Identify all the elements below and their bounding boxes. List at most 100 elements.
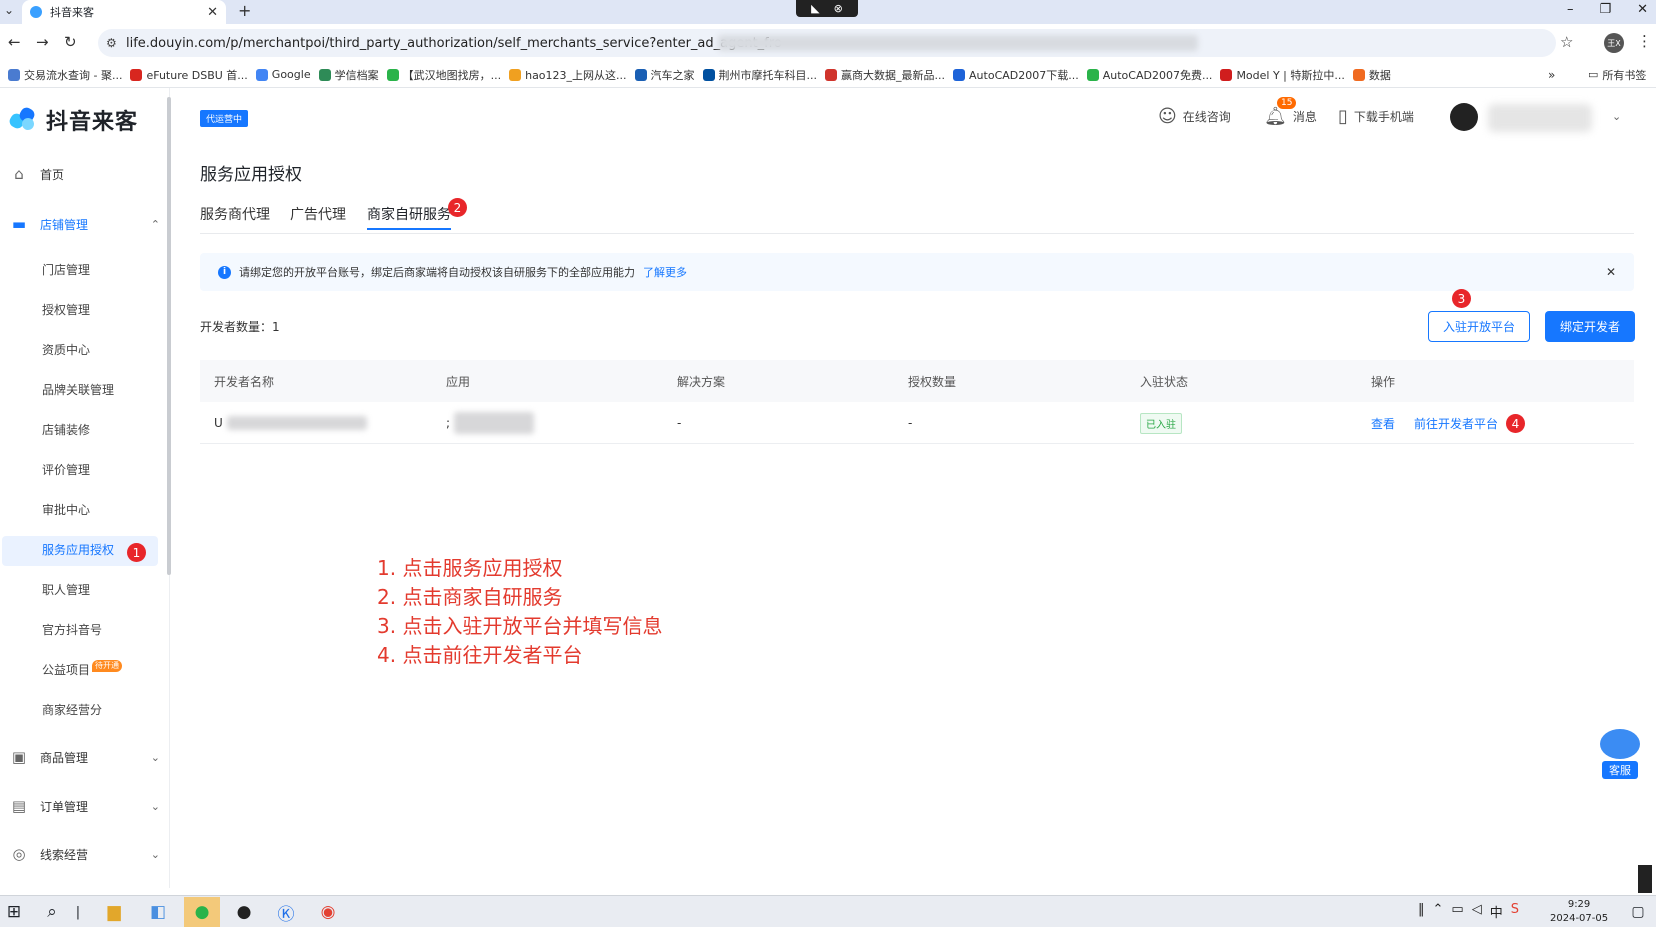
ime-icon[interactable]: 中 xyxy=(1490,902,1503,921)
chrome-icon[interactable]: ◉ xyxy=(316,900,340,924)
sogou-icon[interactable]: S xyxy=(1511,902,1519,921)
bookmark-item[interactable]: 交易流水查询 - 聚... xyxy=(8,67,122,83)
bookmark-star-icon[interactable]: ☆ xyxy=(1560,33,1573,51)
network-icon[interactable]: ▭ xyxy=(1451,902,1463,921)
tab-service-agent[interactable]: 服务商代理 xyxy=(200,204,270,224)
tab-self-service[interactable]: 商家自研服务 xyxy=(367,204,451,224)
browser-tab[interactable]: 抖音来客 ✕ xyxy=(22,0,226,24)
clock[interactable]: 9:29 2024-07-05 xyxy=(1550,898,1608,926)
sidebar-subitem[interactable]: 公益项目 待开通 xyxy=(42,657,123,683)
action-go-dev-platform-link[interactable]: 前往开发者平台 xyxy=(1414,402,1498,444)
close-icon[interactable]: ✕ xyxy=(1606,265,1616,279)
record-close-icon[interactable]: ⊗ xyxy=(834,2,843,15)
search-icon[interactable]: ⌕ xyxy=(40,900,64,924)
sidebar-item-goods[interactable]: ▣ 商品管理 ⌄ xyxy=(10,742,160,772)
bind-developer-button[interactable]: 绑定开发者 xyxy=(1545,311,1635,342)
chevron-up-icon[interactable]: ⌃ xyxy=(1433,902,1444,921)
join-open-platform-button[interactable]: 入驻开放平台 xyxy=(1428,311,1530,342)
sidebar-subitem[interactable]: 商家经营分 xyxy=(42,697,102,723)
bookmark-item[interactable]: Model Y | 特斯拉中... xyxy=(1220,67,1345,83)
bookmark-item[interactable]: 赢商大数据_最新品... xyxy=(825,67,945,83)
sidebar-subitem[interactable]: 评价管理 xyxy=(42,457,90,483)
bookmark-item[interactable]: 【武汉地图找房，... xyxy=(386,67,501,83)
app-logo[interactable]: 抖音来客 xyxy=(7,104,138,136)
robot-icon xyxy=(1600,729,1640,759)
sidebar-subitem[interactable]: 资质中心 xyxy=(42,337,90,363)
side-widget[interactable] xyxy=(1638,865,1652,893)
close-window-icon[interactable]: ✕ xyxy=(1637,0,1648,20)
messages-button[interactable]: 🔔︎ 消息 xyxy=(1264,106,1317,127)
sidebar-subitem[interactable]: 服务应用授权 xyxy=(42,537,114,563)
minimize-icon[interactable]: – xyxy=(1567,0,1574,20)
go-dev-platform-text[interactable]: 前往开发者平台 xyxy=(1414,415,1498,432)
sidebar-scrollbar[interactable] xyxy=(167,97,171,575)
app-icon[interactable]: ◧ xyxy=(146,900,170,924)
bookmark-item[interactable]: 数据 xyxy=(1352,67,1391,83)
app-icon[interactable]: Ⓚ xyxy=(274,900,298,925)
app-icon[interactable]: ● xyxy=(232,900,256,924)
learn-more-link[interactable]: 了解更多 xyxy=(643,264,687,280)
sidebar-subitem[interactable]: 授权管理 xyxy=(42,297,90,323)
status-badge: 代运营中 xyxy=(200,110,249,127)
tab-list-icon[interactable]: ⌄ xyxy=(4,3,14,17)
site-settings-icon[interactable]: ⚙ xyxy=(106,36,117,50)
user-name-redacted[interactable] xyxy=(1488,104,1592,132)
sidebar-subitem[interactable]: 品牌关联管理 xyxy=(42,377,114,403)
windows-taskbar: ⊞ ⌕ | ▆ ◧ ● ● Ⓚ ◉ ‖ ⌃ ▭ ◁ 中 S 9:29 2024-… xyxy=(0,895,1656,927)
bookmark-item[interactable]: 荆州市摩托车科目... xyxy=(702,67,817,83)
close-tab-icon[interactable]: ✕ xyxy=(207,5,218,20)
sidebar-subitem[interactable]: 店铺装修 xyxy=(42,417,90,443)
customer-service-button[interactable]: 客服 xyxy=(1598,729,1642,783)
bookmark-item[interactable]: 学信档案 xyxy=(318,67,379,83)
url-field[interactable]: ⚙ life.douyin.com/p/merchantpoi/third_pa… xyxy=(98,29,1556,57)
bookmark-item[interactable]: 汽车之家 xyxy=(634,67,695,83)
action-view-link[interactable]: 查看 xyxy=(1371,402,1395,444)
bookmark-item[interactable]: AutoCAD2007免费... xyxy=(1086,67,1212,83)
tab-ad-agent[interactable]: 广告代理 xyxy=(290,204,346,224)
sidebar-subitem[interactable]: 官方抖音号 xyxy=(42,617,102,643)
file-explorer-icon[interactable]: ▆ xyxy=(102,900,126,924)
bookmark-item[interactable]: hao123_上网从这... xyxy=(509,67,627,83)
sidebar-item-store[interactable]: ▬ 店铺管理 ⌃ xyxy=(10,209,160,239)
all-bookmarks-folder[interactable]: ▭ 所有书签 xyxy=(1588,67,1646,83)
wechat-icon[interactable]: ● xyxy=(184,897,220,927)
restore-icon[interactable]: ❐ xyxy=(1599,0,1611,20)
bookmark-favicon-icon xyxy=(1220,68,1233,81)
windows-start-icon[interactable]: ⊞ xyxy=(2,900,26,924)
task-view-icon[interactable]: | xyxy=(66,900,90,924)
profile-avatar[interactable]: 王X xyxy=(1604,33,1624,53)
download-app-button[interactable]: ▯ 下载手机端 xyxy=(1338,106,1414,127)
chevron-down-icon[interactable]: ⌄ xyxy=(1612,110,1621,123)
view-link-text[interactable]: 查看 xyxy=(1371,415,1395,432)
new-tab-icon[interactable]: + xyxy=(238,1,251,20)
sidebar-item-home[interactable]: ⌂ 首页 xyxy=(10,159,160,189)
window-controls: – ❐ ✕ xyxy=(1567,0,1648,20)
forward-icon[interactable]: → xyxy=(36,33,49,51)
sidebar-subitem[interactable]: 职人管理 xyxy=(42,577,90,603)
bookmarks-overflow-icon[interactable]: » xyxy=(1548,68,1555,82)
avatar[interactable] xyxy=(1450,103,1478,131)
bookmark-item[interactable]: AutoCAD2007下载... xyxy=(953,67,1079,83)
table-row: U ; - - 已入驻 查看 前往开发者平台 xyxy=(200,402,1634,444)
sidebar-subitem-label: 评价管理 xyxy=(42,463,91,477)
instruction-item: 1. 点击服务应用授权 xyxy=(377,556,563,580)
bookmark-item[interactable]: Google xyxy=(255,68,311,81)
back-icon[interactable]: ← xyxy=(8,33,21,51)
record-flag-icon[interactable]: ◣ xyxy=(811,2,819,15)
sidebar-item-leads[interactable]: ◎ 线索经营 ⌄ xyxy=(10,839,160,869)
sidebar-subitem[interactable]: 门店管理 xyxy=(42,257,90,283)
sidebar-item-orders[interactable]: ▤ 订单管理 ⌄ xyxy=(10,791,160,821)
volume-icon[interactable]: ◁ xyxy=(1472,902,1482,921)
sidebar-subitem-label: 授权管理 xyxy=(42,303,91,317)
bookmark-item[interactable]: eFuture DSBU 首... xyxy=(130,67,248,83)
reload-icon[interactable]: ↻ xyxy=(64,33,77,51)
bookmark-favicon-icon xyxy=(318,68,331,81)
browser-menu-icon[interactable]: ⋮ xyxy=(1637,32,1652,50)
consult-button[interactable]: ☺ 在线咨询 xyxy=(1158,106,1231,127)
marker-2: 2 xyxy=(448,198,467,217)
recording-control[interactable]: ◣ ⊗ xyxy=(796,0,858,17)
sidebar-subitem-label: 服务应用授权 xyxy=(42,543,115,557)
sidebar-subitem[interactable]: 审批中心 xyxy=(42,497,90,523)
notification-center-icon[interactable]: ▢ xyxy=(1626,900,1650,924)
bookmark-label: Model Y | 特斯拉中... xyxy=(1236,68,1345,82)
